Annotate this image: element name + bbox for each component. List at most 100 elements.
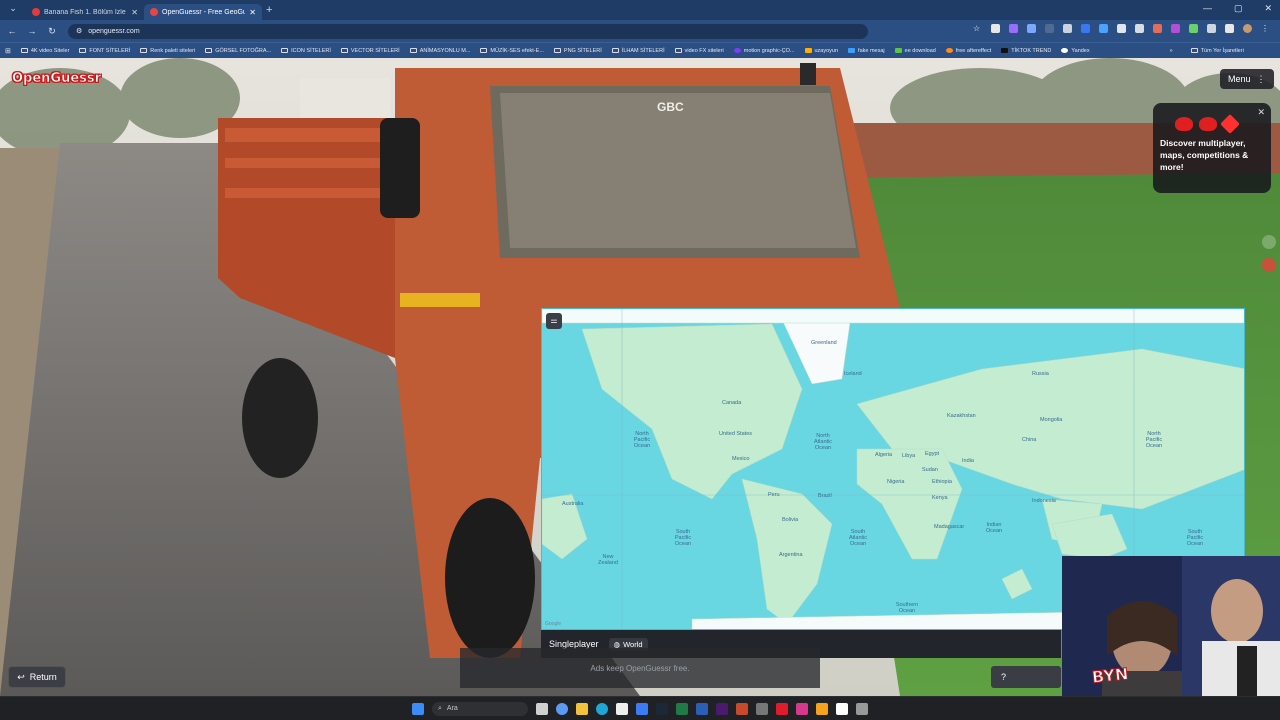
- kebab-menu-icon[interactable]: ⋮: [1261, 24, 1270, 33]
- menu-button[interactable]: Menu ⋮: [1220, 69, 1274, 89]
- app-icon[interactable]: [856, 702, 868, 715]
- extension-float-icon[interactable]: [1262, 258, 1276, 272]
- help-button[interactable]: ?: [991, 666, 1061, 688]
- openguessr-logo[interactable]: OpenGuessr: [12, 71, 102, 87]
- game-viewport[interactable]: GBC OpenGuessr Menu ⋮ ✕ Discover multipl…: [0, 58, 1280, 696]
- close-tab-icon[interactable]: ✕: [131, 8, 138, 17]
- map-label: South Pacific Ocean: [1186, 529, 1204, 547]
- extension-icon[interactable]: [1081, 24, 1090, 33]
- bookmark-item[interactable]: PNG SİTELERİ: [549, 48, 607, 54]
- minimize-icon[interactable]: —: [1203, 3, 1212, 14]
- bookmark-item[interactable]: ee download: [890, 48, 941, 54]
- bookmark-item[interactable]: fake mesaj: [843, 48, 890, 54]
- extension-icon[interactable]: [1171, 24, 1180, 33]
- tab-search-icon[interactable]: ⌄: [6, 3, 20, 17]
- profile-avatar-icon[interactable]: [1243, 24, 1252, 33]
- windows-taskbar: ⌕ Ara: [0, 696, 1280, 720]
- extension-icon[interactable]: [1063, 24, 1072, 33]
- close-icon[interactable]: ✕: [1257, 107, 1265, 118]
- bookmark-item[interactable]: Renk paleti siteleri: [135, 48, 200, 54]
- folder-icon: [409, 48, 417, 53]
- ad-placeholder: Ads keep OpenGuessr free.: [460, 648, 820, 688]
- extension-icon[interactable]: [1189, 24, 1198, 33]
- bookmark-item[interactable]: ANİMASYONLU M...: [405, 48, 476, 54]
- bookmark-item[interactable]: FONT SİTELERİ: [74, 48, 135, 54]
- back-icon[interactable]: ←: [4, 26, 20, 36]
- bookmark-item[interactable]: free aftereffect: [941, 48, 996, 54]
- map-label: Australia: [562, 501, 584, 507]
- all-bookmarks[interactable]: Tüm Yer İşaretleri: [1186, 48, 1249, 54]
- extension-icon[interactable]: [991, 24, 1000, 33]
- maximize-icon[interactable]: ▢: [1234, 3, 1243, 14]
- map-label: Indonesia: [1032, 498, 1056, 504]
- close-window-icon[interactable]: ✕: [1264, 3, 1272, 14]
- close-tab-icon[interactable]: ✕: [249, 8, 256, 17]
- map-settings-icon[interactable]: ⚌: [546, 313, 562, 329]
- app-icon[interactable]: [776, 702, 788, 715]
- bookmarks-overflow[interactable]: »: [1165, 48, 1178, 54]
- bookmark-label: 4K video Siteler: [30, 47, 70, 54]
- extension-icon[interactable]: [1045, 24, 1054, 33]
- extension-icon[interactable]: [1135, 24, 1144, 33]
- powerpoint-icon[interactable]: [736, 702, 748, 715]
- word-icon[interactable]: [696, 702, 708, 715]
- bookmark-item[interactable]: uzayoyun: [800, 48, 844, 54]
- map-label: Brazil: [818, 493, 832, 499]
- copilot-icon[interactable]: [556, 702, 568, 715]
- tab-banana-fish[interactable]: Banana Fish 1. Bölüm İzle - Ani ✕: [26, 4, 144, 20]
- bookmark-label: motion graphic-ÇO...: [743, 47, 795, 54]
- webcam-overlay: BYN: [1062, 556, 1280, 696]
- taskbar-search[interactable]: ⌕ Ara: [432, 701, 528, 716]
- bookmarks-bar: ⊞ 4K video Siteler FONT SİTELERİ Renk pa…: [0, 42, 1280, 58]
- extension-icon[interactable]: [1225, 24, 1234, 33]
- forward-icon[interactable]: →: [24, 26, 40, 36]
- extension-icon[interactable]: [1009, 24, 1018, 33]
- bookmark-item[interactable]: VECTOR SİTELERİ: [336, 48, 405, 54]
- bookmark-item[interactable]: MÜZİK-SES efekt-E...: [475, 48, 548, 54]
- extension-icon[interactable]: [1207, 24, 1216, 33]
- map-label: China: [1022, 437, 1037, 443]
- search-app-icon[interactable]: [816, 702, 828, 715]
- bookmark-star-icon[interactable]: ☆: [973, 24, 982, 33]
- file-explorer-icon[interactable]: [576, 702, 588, 715]
- map-label: Bolivia: [782, 517, 799, 523]
- site-info-icon[interactable]: ⚙: [76, 27, 82, 35]
- app-icon[interactable]: [636, 702, 648, 715]
- bookmark-item[interactable]: video FX siteleri: [670, 48, 729, 54]
- extension-icon[interactable]: [1099, 24, 1108, 33]
- instagram-icon[interactable]: [796, 702, 808, 715]
- map-label: Greenland: [811, 340, 837, 346]
- promo-card[interactable]: ✕ Discover multiplayer, maps, competitio…: [1153, 103, 1271, 193]
- notion-icon[interactable]: [836, 702, 848, 715]
- steam-icon[interactable]: [656, 702, 668, 715]
- task-view-icon[interactable]: [536, 702, 548, 715]
- map-label: Nigeria: [887, 479, 905, 485]
- tab-openguessr[interactable]: OpenGuessr - Free GeoGu ✕: [144, 4, 262, 20]
- return-button[interactable]: ↩ Return: [8, 666, 66, 688]
- compass-icon[interactable]: [1262, 235, 1276, 249]
- windows-start-icon[interactable]: [412, 702, 424, 715]
- address-bar[interactable]: ⚙ openguessr.com: [68, 23, 868, 39]
- extension-icon[interactable]: [1027, 24, 1036, 33]
- premiere-icon[interactable]: [716, 702, 728, 715]
- folder-icon: [553, 48, 561, 53]
- bookmark-item[interactable]: İLHAM SİTELERİ: [607, 48, 670, 54]
- extension-icon[interactable]: [1117, 24, 1126, 33]
- bookmark-item[interactable]: 4K video Siteler: [16, 48, 75, 54]
- app-icon[interactable]: [756, 702, 768, 715]
- bookmark-item[interactable]: Yandex: [1056, 48, 1094, 54]
- search-icon: ⌕: [438, 704, 442, 712]
- excel-icon[interactable]: [676, 702, 688, 715]
- apps-grid-icon[interactable]: ⊞: [0, 47, 16, 55]
- bookmark-item[interactable]: ICON SİTELERİ: [276, 48, 336, 54]
- bookmark-item[interactable]: TİKTOK TREND: [996, 48, 1056, 54]
- store-icon[interactable]: [616, 702, 628, 715]
- new-tab-icon[interactable]: +: [266, 4, 272, 16]
- reload-icon[interactable]: ↻: [44, 26, 60, 37]
- edge-icon[interactable]: [596, 702, 608, 715]
- bookmark-item[interactable]: GÖRSEL FOTOĞRA...: [200, 48, 276, 54]
- map-label: Libya: [902, 453, 916, 459]
- bookmark-item[interactable]: motion graphic-ÇO...: [729, 48, 800, 54]
- extension-icon[interactable]: [1153, 24, 1162, 33]
- map-label: North Pacific Ocean: [1145, 431, 1163, 449]
